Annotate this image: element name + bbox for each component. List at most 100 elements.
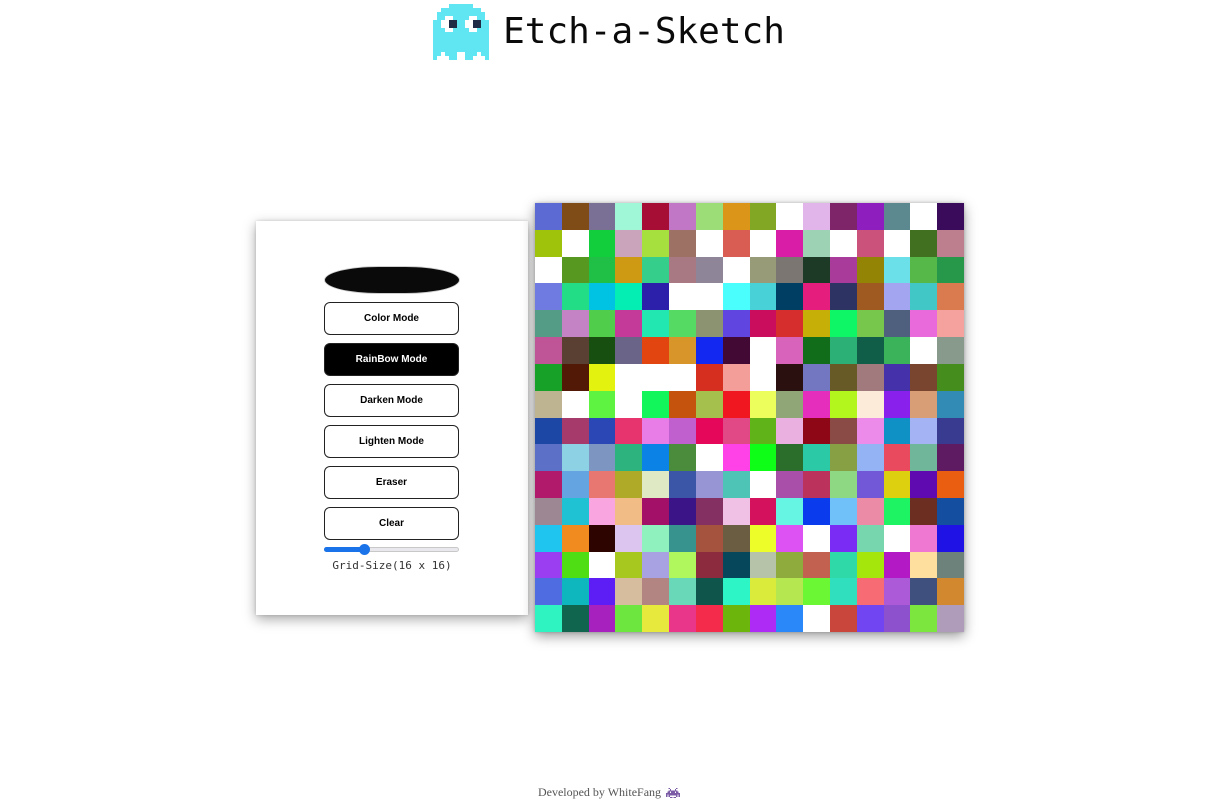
- grid-cell[interactable]: [669, 524, 696, 552]
- grid-cell[interactable]: [615, 497, 643, 525]
- grid-cell[interactable]: [937, 337, 964, 364]
- grid-cell[interactable]: [829, 551, 857, 579]
- grid-cell[interactable]: [642, 310, 670, 338]
- grid-cell[interactable]: [535, 444, 562, 472]
- grid-cell[interactable]: [883, 256, 911, 284]
- grid-cell[interactable]: [803, 310, 830, 338]
- grid-cell[interactable]: [829, 390, 857, 418]
- grid-cell[interactable]: [561, 605, 589, 632]
- grid-cell[interactable]: [937, 497, 964, 525]
- grid-cell[interactable]: [615, 229, 643, 257]
- grid-cell[interactable]: [588, 337, 616, 364]
- grid-cell[interactable]: [695, 524, 723, 552]
- grid-cell[interactable]: [937, 390, 964, 418]
- grid-cell[interactable]: [910, 256, 938, 284]
- grid-cell[interactable]: [937, 256, 964, 284]
- grid-cell[interactable]: [642, 229, 670, 257]
- grid-cell[interactable]: [883, 390, 911, 418]
- grid-cell[interactable]: [856, 256, 884, 284]
- grid-cell[interactable]: [937, 283, 964, 311]
- grid-cell[interactable]: [883, 497, 911, 525]
- grid-cell[interactable]: [695, 310, 723, 338]
- grid-cell[interactable]: [615, 551, 643, 579]
- grid-cell[interactable]: [749, 256, 777, 284]
- grid-cell[interactable]: [695, 551, 723, 579]
- grid-cell[interactable]: [803, 417, 830, 445]
- grid-cell[interactable]: [642, 524, 670, 552]
- grid-cell[interactable]: [615, 256, 643, 284]
- grid-cell[interactable]: [722, 363, 750, 391]
- grid-cell[interactable]: [722, 471, 750, 498]
- grid-cell[interactable]: [776, 578, 804, 606]
- grid-cell[interactable]: [588, 444, 616, 472]
- grid-cell[interactable]: [561, 497, 589, 525]
- grid-cell[interactable]: [695, 444, 723, 472]
- grid-cell[interactable]: [883, 363, 911, 391]
- grid-cell[interactable]: [535, 310, 562, 338]
- grid-cell[interactable]: [883, 578, 911, 606]
- grid-cell[interactable]: [937, 310, 964, 338]
- grid-cell[interactable]: [642, 578, 670, 606]
- grid-cell[interactable]: [695, 390, 723, 418]
- grid-cell[interactable]: [856, 363, 884, 391]
- grid-cell[interactable]: [722, 203, 750, 230]
- grid-cell[interactable]: [829, 203, 857, 230]
- grid-cell[interactable]: [803, 578, 830, 606]
- grid-cell[interactable]: [910, 497, 938, 525]
- grid-cell[interactable]: [856, 605, 884, 632]
- grid-cell[interactable]: [642, 203, 670, 230]
- grid-cell[interactable]: [910, 524, 938, 552]
- grid-cell[interactable]: [910, 578, 938, 606]
- grid-cell[interactable]: [722, 551, 750, 579]
- grid-cell[interactable]: [829, 417, 857, 445]
- lighten-mode-button[interactable]: Lighten Mode: [324, 425, 459, 458]
- grid-cell[interactable]: [669, 605, 696, 632]
- grid-size-slider[interactable]: [324, 544, 459, 555]
- grid-cell[interactable]: [695, 605, 723, 632]
- grid-cell[interactable]: [615, 283, 643, 311]
- grid-cell[interactable]: [588, 417, 616, 445]
- grid-cell[interactable]: [669, 256, 696, 284]
- grid-cell[interactable]: [615, 363, 643, 391]
- grid-cell[interactable]: [615, 417, 643, 445]
- grid-cell[interactable]: [561, 390, 589, 418]
- grid-cell[interactable]: [776, 256, 804, 284]
- grid-cell[interactable]: [722, 417, 750, 445]
- color-mode-button[interactable]: Color Mode: [324, 302, 459, 335]
- grid-cell[interactable]: [561, 578, 589, 606]
- grid-cell[interactable]: [722, 578, 750, 606]
- grid-cell[interactable]: [749, 551, 777, 579]
- grid-cell[interactable]: [937, 524, 964, 552]
- grid-cell[interactable]: [722, 283, 750, 311]
- grid-cell[interactable]: [749, 229, 777, 257]
- grid-cell[interactable]: [722, 444, 750, 472]
- grid-cell[interactable]: [829, 471, 857, 498]
- grid-cell[interactable]: [776, 229, 804, 257]
- grid-cell[interactable]: [856, 497, 884, 525]
- grid-cell[interactable]: [910, 203, 938, 230]
- grid-cell[interactable]: [749, 417, 777, 445]
- color-picker[interactable]: [324, 266, 460, 294]
- grid-cell[interactable]: [722, 310, 750, 338]
- grid-cell[interactable]: [910, 471, 938, 498]
- grid-cell[interactable]: [561, 417, 589, 445]
- grid-cell[interactable]: [776, 337, 804, 364]
- grid-cell[interactable]: [856, 524, 884, 552]
- grid-cell[interactable]: [615, 310, 643, 338]
- grid-cell[interactable]: [535, 471, 562, 498]
- grid-cell[interactable]: [803, 551, 830, 579]
- sketch-grid[interactable]: [535, 203, 964, 632]
- grid-cell[interactable]: [937, 471, 964, 498]
- grid-cell[interactable]: [561, 203, 589, 230]
- grid-cell[interactable]: [695, 578, 723, 606]
- grid-cell[interactable]: [937, 605, 964, 632]
- grid-cell[interactable]: [883, 605, 911, 632]
- grid-cell[interactable]: [749, 283, 777, 311]
- grid-cell[interactable]: [669, 229, 696, 257]
- grid-cell[interactable]: [803, 283, 830, 311]
- grid-cell[interactable]: [883, 310, 911, 338]
- grid-cell[interactable]: [910, 417, 938, 445]
- grid-cell[interactable]: [588, 578, 616, 606]
- grid-cell[interactable]: [642, 497, 670, 525]
- grid-cell[interactable]: [722, 229, 750, 257]
